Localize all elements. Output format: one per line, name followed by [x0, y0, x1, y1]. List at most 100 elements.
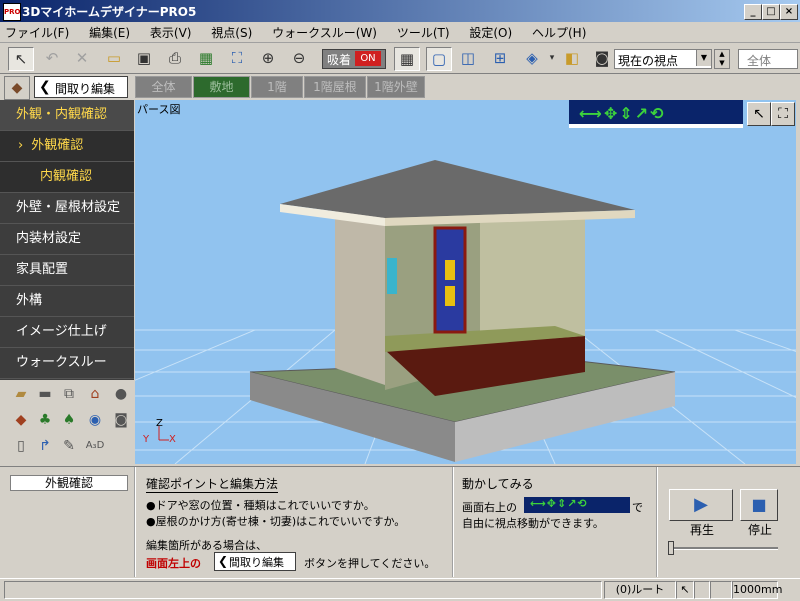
- menu-view[interactable]: 表示(V): [145, 22, 197, 43]
- snap-toggle[interactable]: 吸着 ON: [322, 49, 386, 69]
- menu-viewpoint[interactable]: 視点(S): [206, 22, 257, 43]
- window-pane-gold: [445, 286, 455, 306]
- save-icon[interactable]: ▣: [132, 47, 156, 69]
- roof-top: [280, 160, 635, 218]
- box-tool-icon[interactable]: ◆: [10, 410, 32, 430]
- split-view-icon[interactable]: ◫: [456, 47, 480, 69]
- playback-slider-thumb[interactable]: [668, 541, 674, 555]
- viewpoint-select[interactable]: 現在の視点 ▼: [614, 49, 712, 69]
- status-message: [4, 581, 602, 599]
- nav-label: 家具配置: [16, 262, 69, 277]
- tab-all[interactable]: 全体: [135, 76, 192, 98]
- camera-icon[interactable]: ◙: [590, 47, 614, 69]
- image-icon[interactable]: ▦: [194, 47, 218, 69]
- status-scale: 1000mm: [732, 581, 782, 599]
- tree-tool-icon[interactable]: ♠: [58, 410, 80, 430]
- nav-label: イメージ仕上げ: [16, 324, 107, 339]
- nav-label: 内観確認: [40, 169, 93, 184]
- wall-tool-icon[interactable]: ▬: [34, 384, 56, 404]
- tab-floor1-wall[interactable]: 1階外壁: [367, 76, 425, 98]
- roof-tool-icon[interactable]: ⌂: [84, 384, 106, 404]
- text-3d-tool-icon[interactable]: A₃D: [84, 436, 106, 456]
- undo-icon[interactable]: ↶: [40, 47, 64, 69]
- quad-view-icon[interactable]: ⊞: [488, 47, 512, 69]
- nav-exterior-works[interactable]: 外構: [0, 286, 134, 317]
- nav-label: 内装材設定: [16, 231, 82, 246]
- nav-label: 外観・内観確認: [16, 107, 108, 122]
- perspective-viewport[interactable]: パース図 Z Y X ⟷✥⇕↗⟲ ↖ ⛶: [135, 100, 796, 464]
- window-tool-icon[interactable]: ⧉: [58, 384, 80, 404]
- menu-walkthrough[interactable]: ウォークスルー(W): [267, 22, 382, 43]
- nav-interior-check[interactable]: 内観確認: [0, 162, 134, 193]
- fit-view-icon[interactable]: ⛶: [225, 47, 249, 69]
- nav-exterior-check[interactable]: › 外観確認: [0, 131, 134, 162]
- info-panel: 外観確認 確認ポイントと編集方法 ●ドアや窓の位置・種類はこれでいいですか。 ●…: [0, 466, 800, 577]
- play-button[interactable]: ▶: [669, 489, 733, 521]
- move-line-1b: で: [632, 501, 643, 514]
- print-icon[interactable]: ⎙: [163, 47, 187, 69]
- material-icon[interactable]: ◧: [560, 47, 584, 69]
- view-navigation-panel[interactable]: ⟷✥⇕↗⟲: [569, 100, 743, 128]
- open-folder-icon[interactable]: ▭: [102, 47, 126, 69]
- madori-edit-button-inline[interactable]: ❮ 間取り編集: [214, 552, 296, 571]
- app-icon[interactable]: PRO: [3, 3, 21, 21]
- viewport-fullscreen-icon[interactable]: ⛶: [771, 102, 795, 126]
- stop-button[interactable]: ■: [740, 489, 778, 521]
- status-cell: [710, 581, 732, 599]
- delete-icon[interactable]: ✕: [70, 47, 94, 69]
- window-pane-gold: [445, 260, 455, 280]
- scope-field[interactable]: 全体: [738, 49, 798, 69]
- camera-tool-icon[interactable]: ◙: [110, 410, 132, 430]
- menu-bar: ファイル(F) 編集(E) 表示(V) 視点(S) ウォークスルー(W) ツール…: [0, 22, 800, 43]
- house-mode-icon[interactable]: ◆: [4, 76, 30, 100]
- menu-edit[interactable]: 編集(E): [84, 22, 135, 43]
- close-button[interactable]: ×: [780, 4, 798, 20]
- stop-label: 停止: [748, 523, 773, 537]
- cylinder-tool-icon[interactable]: ▯: [10, 436, 32, 456]
- sphere-tool-icon[interactable]: ●: [110, 384, 132, 404]
- tab-floor1-roof[interactable]: 1階屋根: [304, 76, 366, 98]
- single-view-icon[interactable]: ▢: [426, 47, 452, 71]
- menu-tools[interactable]: ツール(T): [392, 22, 455, 43]
- nav-exterior-interior[interactable]: 外観・内観確認: [0, 100, 134, 131]
- light-tool-icon[interactable]: ◉: [84, 410, 106, 430]
- nav-image-finish[interactable]: イメージ仕上げ: [0, 317, 134, 348]
- minimize-button[interactable]: _: [744, 4, 762, 20]
- nav-label: 外壁・屋根材設定: [16, 200, 121, 215]
- select-pointer-icon[interactable]: ↖: [8, 47, 34, 71]
- tab-site[interactable]: 敷地: [193, 76, 250, 98]
- axis-z-label: Z: [156, 418, 163, 429]
- press-button-text: ボタンを押してください。: [304, 557, 436, 570]
- move-line-2: 自由に視点移動ができます。: [462, 517, 604, 530]
- nav-walkthrough[interactable]: ウォークスルー: [0, 348, 134, 379]
- nav-interior-material[interactable]: 内装材設定: [0, 224, 134, 255]
- viewpoint-spinner[interactable]: ▲ ▼: [714, 49, 730, 69]
- playback-slider-track[interactable]: [670, 547, 778, 550]
- tab-floor1[interactable]: 1階: [251, 76, 303, 98]
- viewport-label: パース図: [137, 103, 181, 116]
- mini-arrows-icon: ⟷✥⇕↗⟲: [530, 497, 588, 510]
- viewport-pointer-icon[interactable]: ↖: [747, 102, 771, 126]
- pipe-tool-icon[interactable]: ↱: [34, 436, 56, 456]
- madori-edit-button[interactable]: ❮ 間取り編集: [34, 76, 128, 98]
- nav-label: ウォークスルー: [16, 355, 107, 370]
- menu-file[interactable]: ファイル(F): [0, 22, 74, 43]
- snap-label: 吸着: [327, 53, 352, 67]
- grid-icon[interactable]: ▦: [394, 47, 420, 71]
- chevron-down-icon[interactable]: ▼: [696, 50, 711, 66]
- maximize-button[interactable]: □: [762, 4, 780, 20]
- nav-wall-roof-material[interactable]: 外壁・屋根材設定: [0, 193, 134, 224]
- toolbar: ↖ ↶ ✕ ▭ ▣ ⎙ ▦ ⛶ ⊕ ⊖ 吸着 ON ▦ ▢ ◫ ⊞ ◈ ▾ ◧ …: [0, 43, 800, 74]
- edit-tool-icon[interactable]: ✎: [58, 436, 80, 456]
- menu-help[interactable]: ヘルプ(H): [527, 22, 591, 43]
- menu-settings[interactable]: 設定(O): [464, 22, 517, 43]
- nav-furniture[interactable]: 家具配置: [0, 255, 134, 286]
- zoom-in-icon[interactable]: ⊕: [256, 47, 280, 69]
- status-root: (0)ルート: [604, 581, 676, 599]
- edit-hint: 編集箇所がある場合は、: [146, 539, 267, 552]
- zoom-out-icon[interactable]: ⊖: [287, 47, 311, 69]
- floor-tool-icon[interactable]: ▰: [10, 384, 32, 404]
- plant-tool-icon[interactable]: ♣: [34, 410, 56, 430]
- viewpoint-select-value: 現在の視点: [618, 54, 679, 68]
- chevron-left-icon: ❮: [218, 554, 229, 568]
